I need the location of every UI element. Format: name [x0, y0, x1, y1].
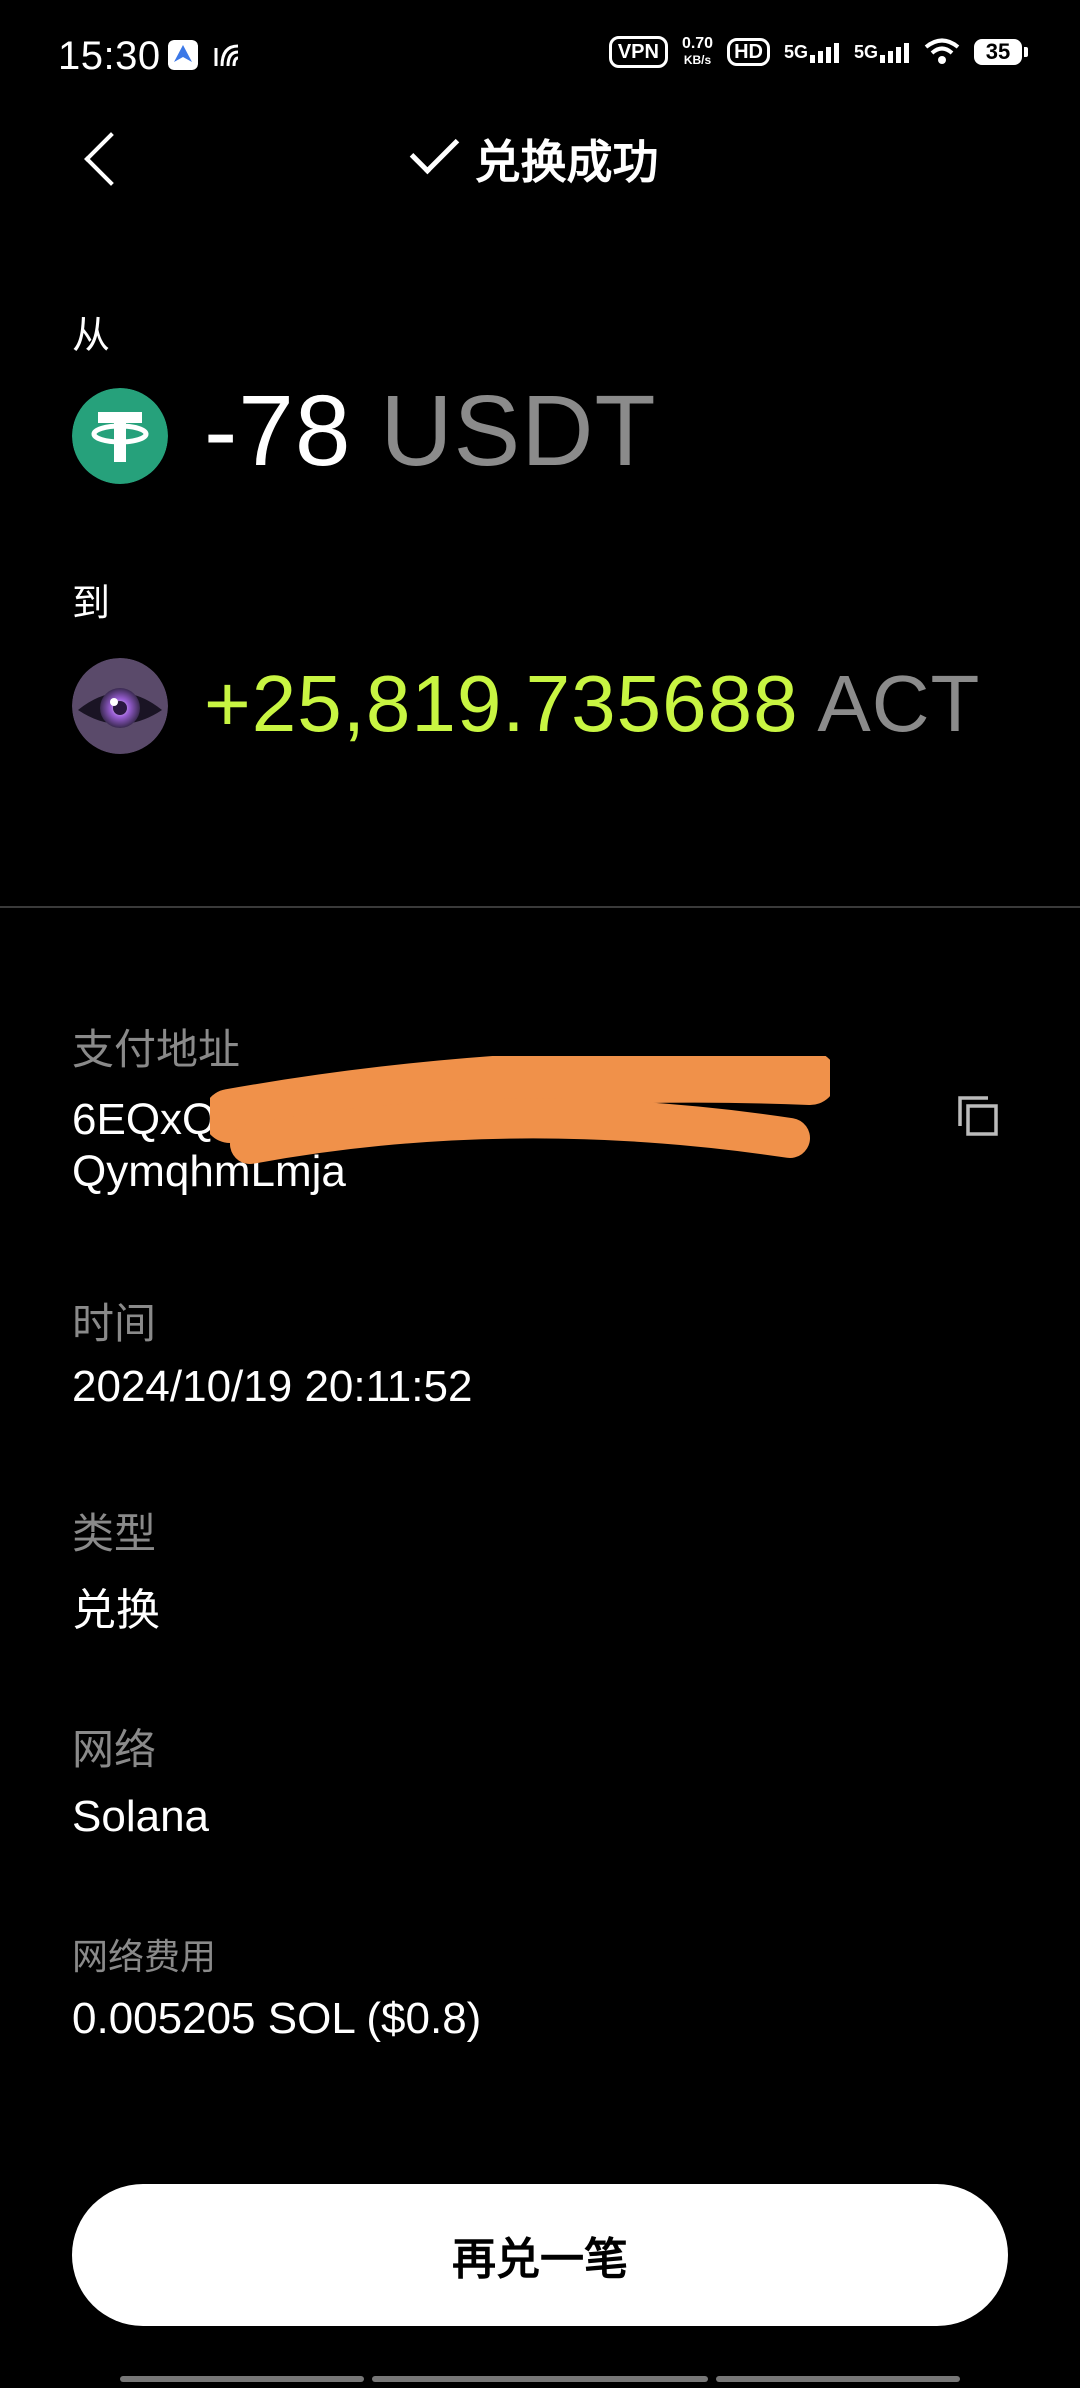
signal-bars-icon: [809, 43, 839, 63]
type-value: 兑换: [72, 1586, 160, 1635]
check-icon: [409, 124, 459, 175]
from-amount-value: -78: [204, 375, 352, 487]
app-stripes-icon: [214, 44, 239, 67]
from-label: 从: [72, 315, 111, 357]
status-indicators: VPN 0.70 KB/s HD 5G 5G 35: [608, 36, 1028, 68]
fee-value: 0.005205 SOL ($0.8): [72, 1994, 482, 2043]
from-amount: -78 USDT: [204, 374, 657, 489]
nav-gesture-bar-center: [372, 2376, 708, 2382]
signal-1: 5G: [784, 41, 840, 63]
type-label: 类型: [72, 1510, 157, 1557]
divider: [0, 906, 1080, 908]
net1-label: 5G: [783, 42, 808, 62]
time-label: 时间: [72, 1300, 157, 1347]
copy-icon[interactable]: [956, 1094, 1000, 1138]
redaction-scribble: [210, 1056, 830, 1164]
from-unit: USDT: [380, 375, 657, 487]
network-speed: 0.70 KB/s: [682, 36, 713, 68]
nav-gesture-bar-left: [120, 2376, 364, 2382]
act-token-icon: [72, 658, 168, 754]
tether-usdt-icon: [72, 388, 168, 484]
signal-bars-icon: [880, 43, 909, 63]
nav-gesture-bar-right: [716, 2376, 960, 2382]
signal-2: 5G: [854, 41, 910, 63]
maps-app-icon: [168, 40, 198, 70]
time-value: 2024/10/19 20:11:52: [72, 1362, 473, 1411]
status-time: 15:30: [58, 34, 161, 78]
network-label: 网络: [72, 1726, 157, 1773]
status-app-icons: [168, 40, 242, 70]
net2-label: 5G: [853, 42, 878, 62]
to-amount: +25,819.735688 ACT: [204, 658, 980, 750]
vpn-badge: VPN: [608, 36, 668, 68]
to-unit: ACT: [817, 659, 981, 748]
to-label: 到: [72, 583, 111, 625]
network-value: Solana: [72, 1792, 210, 1841]
hd-badge: HD: [727, 38, 770, 66]
title-text: 兑换成功: [474, 136, 659, 188]
to-amount-value: +25,819.735688: [204, 659, 799, 748]
wifi-icon: [924, 38, 960, 64]
swap-again-button[interactable]: 再兑一笔: [72, 2184, 1008, 2326]
speed-value: 0.70: [681, 35, 714, 52]
speed-unit: KB/s: [683, 53, 712, 67]
battery-indicator: 35: [974, 39, 1028, 65]
fee-label: 网络费用: [72, 1936, 217, 1977]
page-title: 兑换成功: [0, 124, 1080, 192]
